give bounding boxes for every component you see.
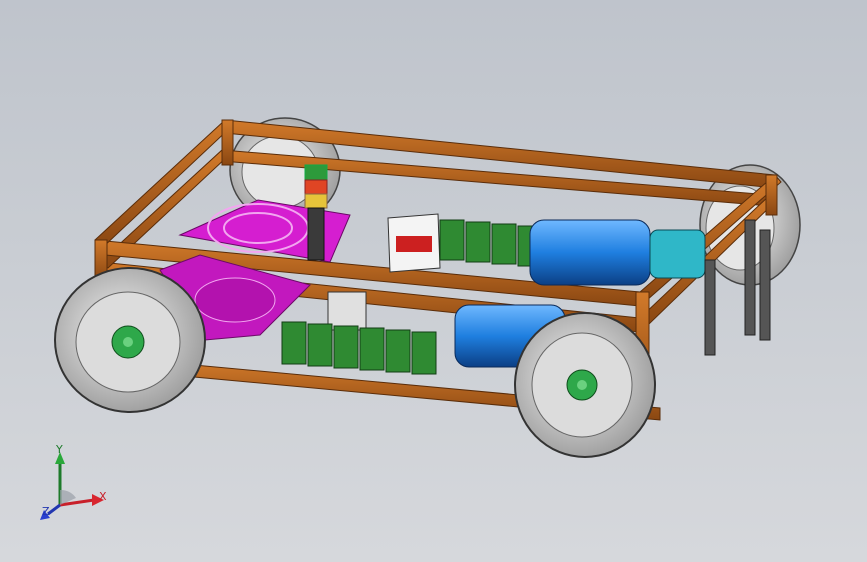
signal-tower-light[interactable] [304,164,328,261]
wheel-front-left[interactable] [54,267,206,413]
display-panel[interactable] [387,213,441,273]
z-axis-label: Z [42,505,50,518]
wheel-front-right[interactable] [514,312,656,458]
motor-upper[interactable] [529,219,706,286]
terminal-blocks-upper[interactable] [439,219,543,267]
chassis-model[interactable] [0,0,867,562]
cad-viewport[interactable]: X Y Z [0,0,867,562]
x-axis-label: X [99,490,107,503]
y-axis-label: Y [56,443,63,456]
lower-sensor[interactable] [327,291,367,331]
